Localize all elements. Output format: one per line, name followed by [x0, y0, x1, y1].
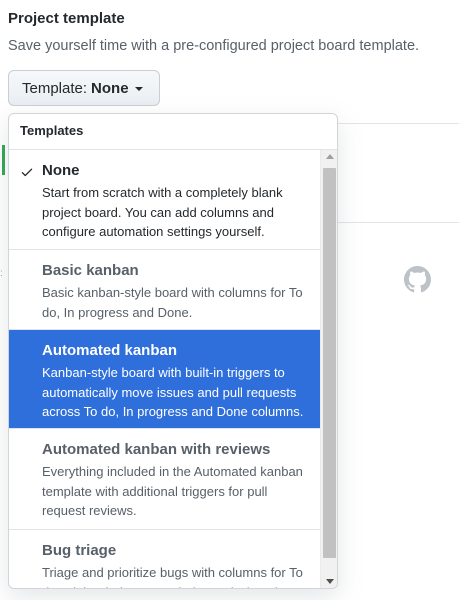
section-title: Project template	[8, 10, 125, 27]
check-icon	[21, 168, 33, 177]
template-item-title: None	[42, 162, 80, 179]
scroll-up-icon[interactable]	[326, 154, 334, 159]
template-list: None Start from scratch with a completel…	[9, 150, 320, 588]
background-divider	[338, 123, 459, 124]
template-item-description: Kanban-style board with built-in trigger…	[42, 365, 304, 419]
templates-dropdown: Templates None Start from scratch with a…	[8, 113, 338, 589]
template-button-prefix: Template:	[22, 79, 88, 97]
template-item-title: Automated kanban	[42, 342, 178, 359]
caret-down-icon	[134, 87, 143, 91]
template-item-bug-triage[interactable]: Bug triage Triage and prioritize bugs wi…	[9, 530, 320, 588]
scroll-thumb[interactable]	[323, 168, 336, 558]
template-item-title: Automated kanban with reviews	[42, 441, 271, 458]
template-item-none[interactable]: None Start from scratch with a completel…	[9, 150, 320, 250]
template-item-description: Start from scratch with a completely bla…	[42, 185, 283, 239]
template-item-description: Basic kanban-style board with columns fo…	[42, 285, 303, 320]
template-item-title: Basic kanban	[42, 262, 139, 279]
dropdown-scrollbar[interactable]	[320, 150, 337, 588]
template-item-basic-kanban[interactable]: Basic kanban Basic kanban-style board wi…	[9, 250, 320, 330]
template-button-selected: None	[91, 79, 129, 97]
scroll-down-icon[interactable]	[326, 579, 334, 584]
github-logo-icon	[404, 266, 431, 293]
dropdown-header: Templates	[9, 114, 337, 150]
template-item-automated-kanban-reviews[interactable]: Automated kanban with reviews Everything…	[9, 429, 320, 530]
template-item-title: Bug triage	[42, 542, 117, 559]
section-description: Save yourself time with a pre-configured…	[8, 38, 420, 54]
background-fragment: :	[0, 268, 3, 279]
background-divider	[338, 222, 459, 223]
template-item-description: Triage and prioritize bugs with columns …	[42, 565, 303, 588]
template-select-button[interactable]: Template: None	[8, 70, 160, 106]
template-item-automated-kanban[interactable]: Automated kanban Kanban-style board with…	[9, 330, 320, 429]
template-item-description: Everything included in the Automated kan…	[42, 464, 303, 518]
background-accent	[2, 145, 5, 175]
